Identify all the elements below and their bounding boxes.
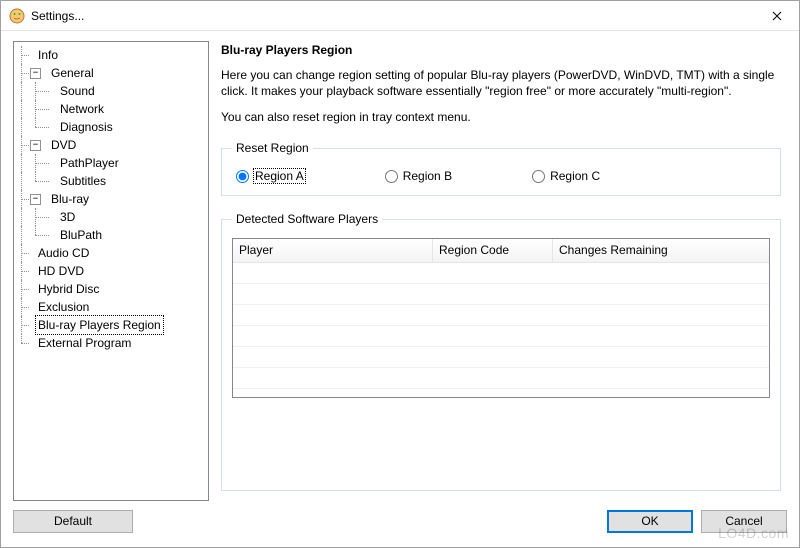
region-radio-region-c[interactable]: Region C	[532, 169, 600, 183]
radio-input[interactable]	[385, 170, 398, 183]
tree-item-label[interactable]: External Program	[36, 334, 133, 352]
description-text: Here you can change region setting of po…	[221, 67, 781, 99]
reset-region-legend: Reset Region	[232, 141, 313, 155]
tree-item-label[interactable]: Blu-ray	[49, 190, 91, 208]
tree-item-label[interactable]: 3D	[58, 208, 77, 226]
tree-item-label[interactable]: General	[49, 64, 96, 82]
radio-label: Region A	[254, 169, 305, 183]
tree-item-diagnosis[interactable]: Diagnosis	[16, 118, 206, 136]
tree-item-label[interactable]: Hybrid Disc	[36, 280, 101, 298]
tree-item-general[interactable]: −General	[16, 64, 206, 82]
tree-item-label[interactable]: Info	[36, 46, 60, 64]
expander-icon[interactable]: −	[30, 194, 41, 205]
radio-label: Region B	[403, 169, 452, 183]
tree-item-label[interactable]: Sound	[58, 82, 97, 100]
tree-item-label[interactable]: Subtitles	[58, 172, 108, 190]
tree-item-info[interactable]: Info	[16, 46, 206, 64]
tree-item-sound[interactable]: Sound	[16, 82, 206, 100]
tree-item-label[interactable]: PathPlayer	[58, 154, 121, 172]
tree-item-3d[interactable]: 3D	[16, 208, 206, 226]
radio-label: Region C	[550, 169, 600, 183]
tree-item-audio-cd[interactable]: Audio CD	[16, 244, 206, 262]
tree-item-pathplayer[interactable]: PathPlayer	[16, 154, 206, 172]
window-title: Settings...	[31, 9, 754, 23]
table-row	[233, 326, 769, 347]
tree-item-hybrid-disc[interactable]: Hybrid Disc	[16, 280, 206, 298]
expander-icon[interactable]: −	[30, 140, 41, 151]
tree-item-blu-ray-players-region[interactable]: Blu-ray Players Region	[16, 316, 206, 334]
tree-item-external-program[interactable]: External Program	[16, 334, 206, 352]
tree-item-hd-dvd[interactable]: HD DVD	[16, 262, 206, 280]
ok-button[interactable]: OK	[607, 510, 693, 533]
tree-item-label[interactable]: Network	[58, 100, 106, 118]
content-area: Info−GeneralSoundNetworkDiagnosis−DVDPat…	[1, 31, 799, 505]
radio-input[interactable]	[532, 170, 545, 183]
expander-icon[interactable]: −	[30, 68, 41, 79]
tree-item-label[interactable]: HD DVD	[36, 262, 86, 280]
tree-item-label[interactable]: Blu-ray Players Region	[36, 316, 163, 334]
column-header-region-code[interactable]: Region Code	[433, 239, 553, 262]
region-radio-region-a[interactable]: Region A	[236, 169, 305, 183]
titlebar: Settings...	[1, 1, 799, 31]
tree-item-subtitles[interactable]: Subtitles	[16, 172, 206, 190]
app-icon	[9, 8, 25, 24]
detected-players-group: Detected Software Players PlayerRegion C…	[221, 212, 781, 491]
settings-window: Settings... Info−GeneralSoundNetworkDiag…	[0, 0, 800, 548]
dialog-footer: Default OK Cancel	[1, 505, 799, 547]
tree-item-exclusion[interactable]: Exclusion	[16, 298, 206, 316]
main-panel: Blu-ray Players Region Here you can chan…	[219, 41, 787, 501]
tree-item-network[interactable]: Network	[16, 100, 206, 118]
tree-item-blupath[interactable]: BluPath	[16, 226, 206, 244]
players-table[interactable]: PlayerRegion CodeChanges Remaining	[232, 238, 770, 398]
description-text-2: You can also reset region in tray contex…	[221, 109, 781, 125]
region-radio-region-b[interactable]: Region B	[385, 169, 452, 183]
reset-region-group: Reset Region Region A Region B Region C	[221, 141, 781, 196]
table-row	[233, 284, 769, 305]
default-button[interactable]: Default	[13, 510, 133, 533]
cancel-button[interactable]: Cancel	[701, 510, 787, 533]
tree-item-label[interactable]: Audio CD	[36, 244, 91, 262]
navigation-tree[interactable]: Info−GeneralSoundNetworkDiagnosis−DVDPat…	[13, 41, 209, 501]
tree-item-label[interactable]: Exclusion	[36, 298, 91, 316]
tree-item-label[interactable]: BluPath	[58, 226, 104, 244]
column-header-changes-remaining[interactable]: Changes Remaining	[553, 239, 769, 262]
tree-item-label[interactable]: DVD	[49, 136, 78, 154]
page-title: Blu-ray Players Region	[221, 43, 781, 57]
close-button[interactable]	[754, 1, 799, 30]
table-row	[233, 263, 769, 284]
table-row	[233, 305, 769, 326]
detected-players-legend: Detected Software Players	[232, 212, 382, 226]
tree-item-dvd[interactable]: −DVD	[16, 136, 206, 154]
tree-item-label[interactable]: Diagnosis	[58, 118, 115, 136]
radio-input[interactable]	[236, 170, 249, 183]
column-header-player[interactable]: Player	[233, 239, 433, 262]
table-row	[233, 368, 769, 389]
tree-item-blu-ray[interactable]: −Blu-ray	[16, 190, 206, 208]
table-row	[233, 347, 769, 368]
